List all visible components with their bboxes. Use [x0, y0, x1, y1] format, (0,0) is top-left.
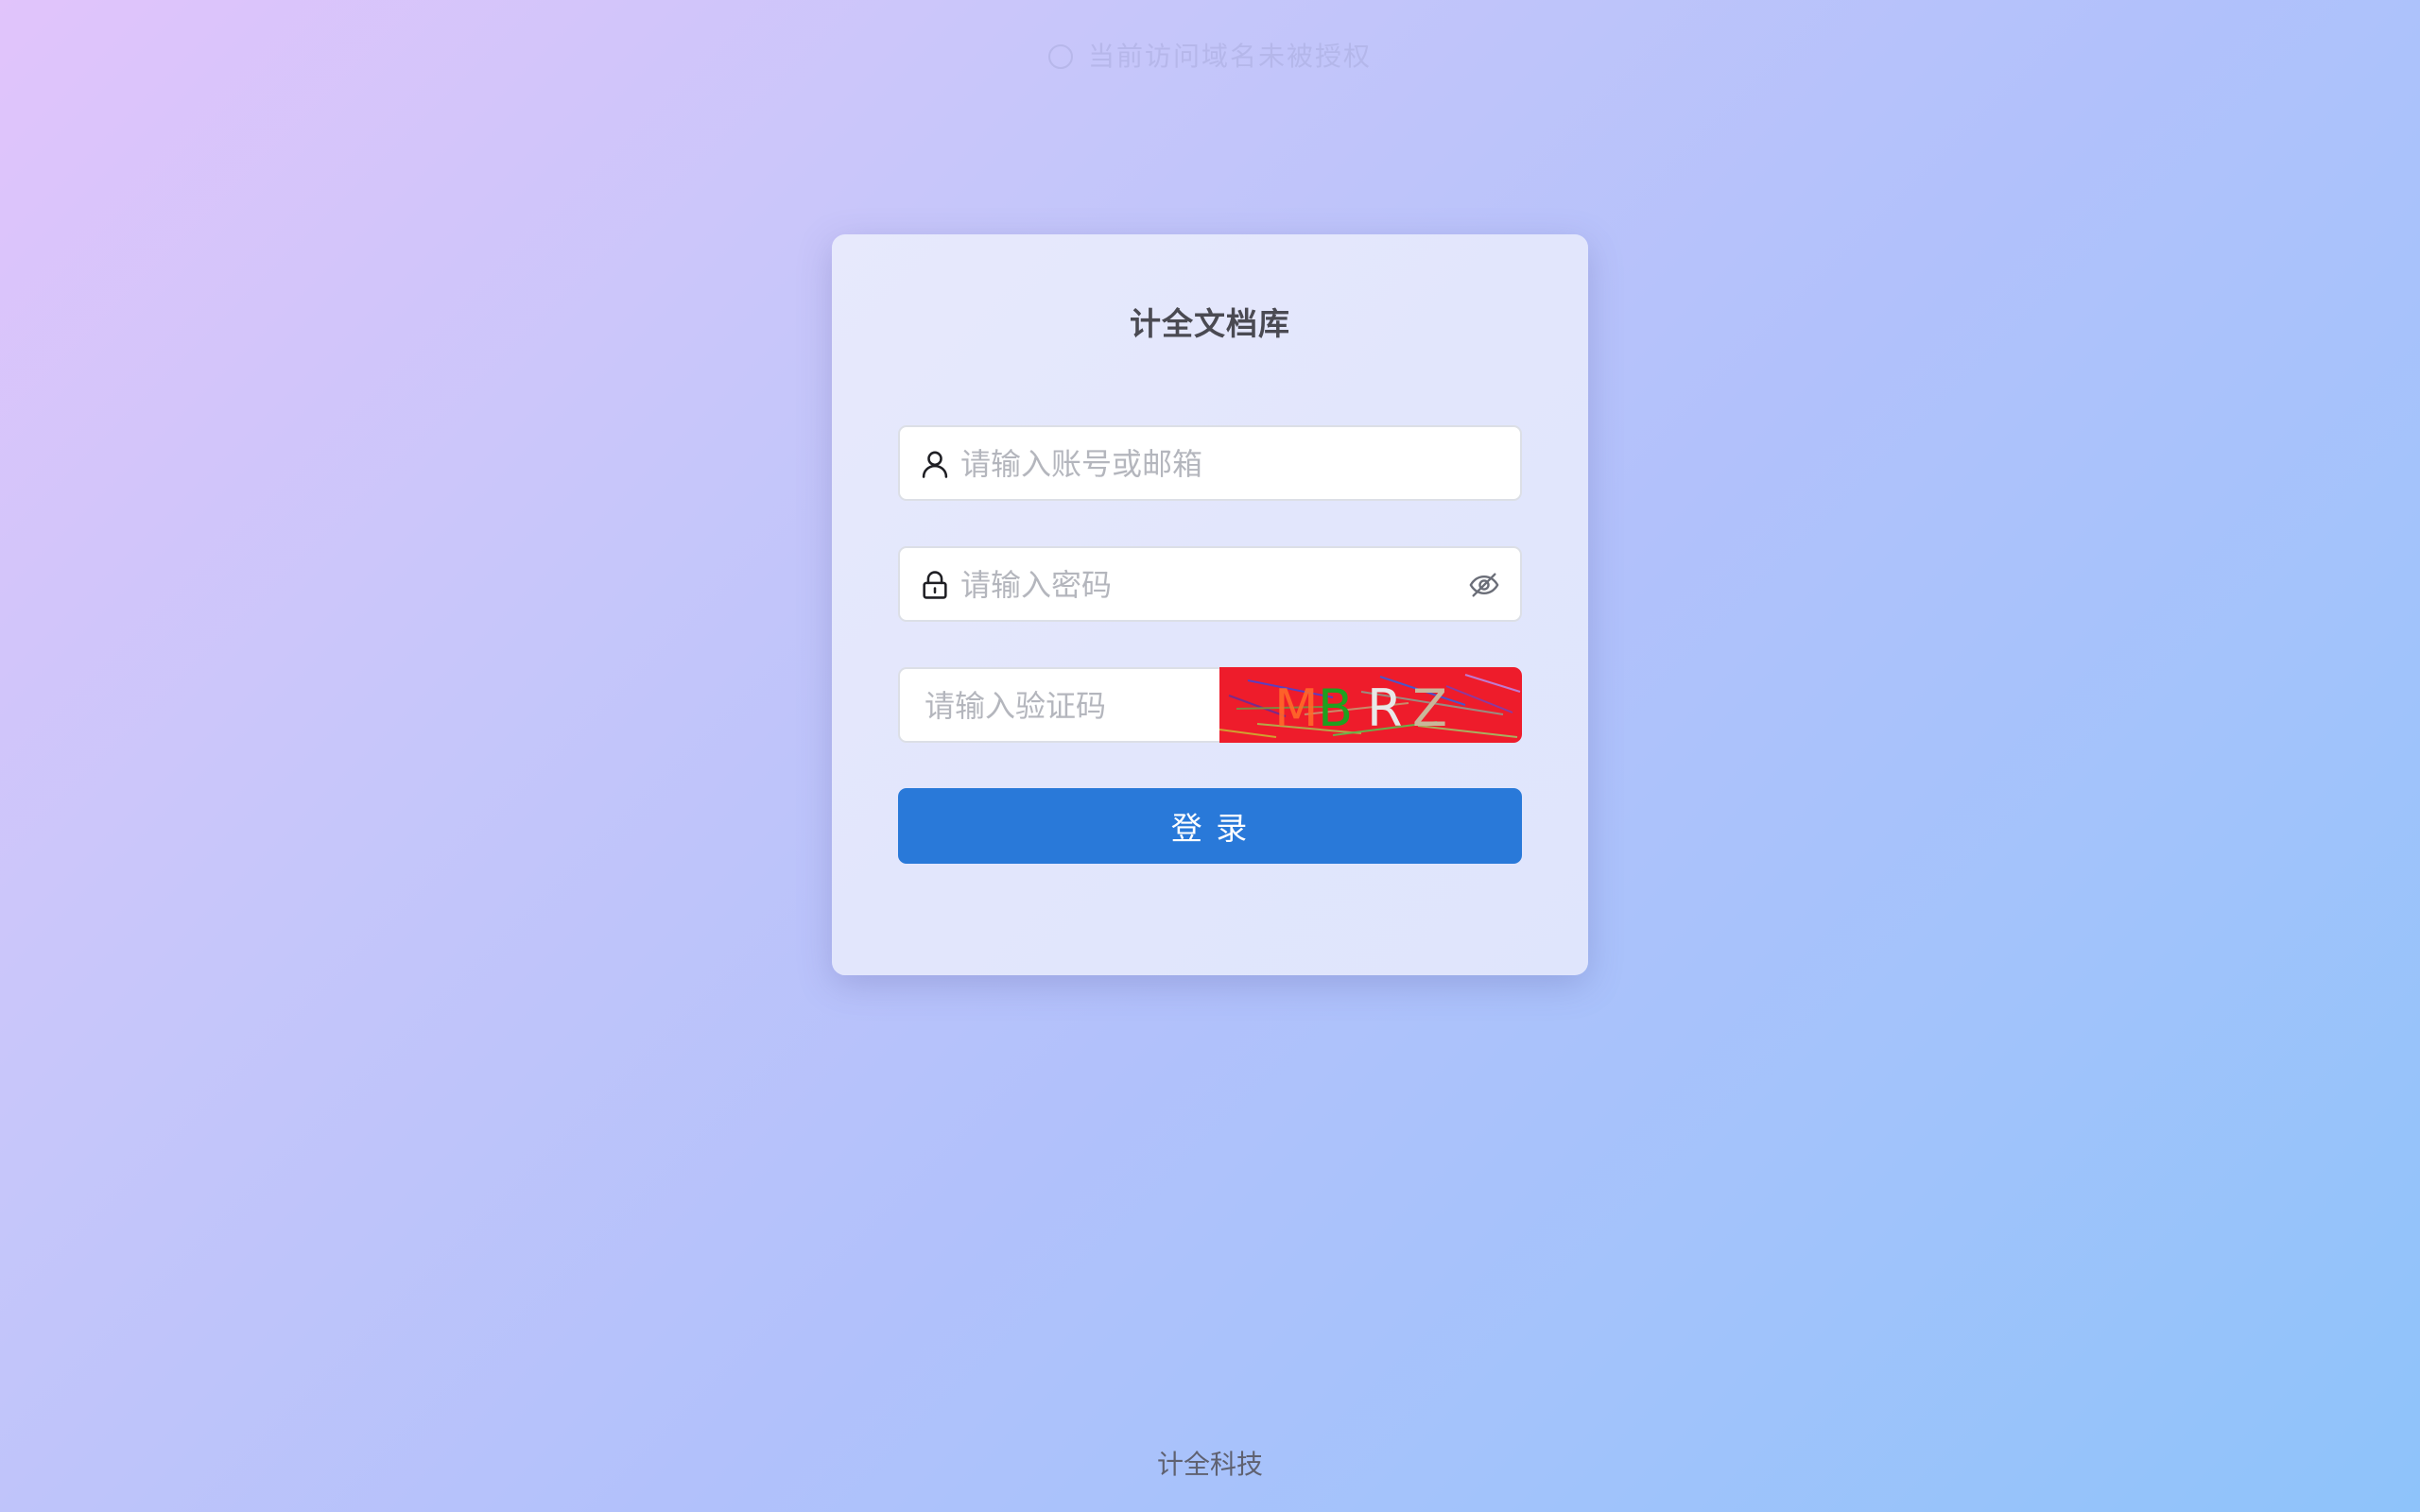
eye-off-icon[interactable] [1467, 569, 1501, 601]
login-card: 计全文档库 请输入账号或邮箱 请输入验证码 M B R Z 登 录 [832, 234, 1588, 975]
captcha-char-3: R [1367, 679, 1403, 738]
captcha-char-4: Z [1412, 679, 1447, 738]
domain-warning-text: 当前访问域名未被授权 [1087, 41, 1372, 72]
login-button[interactable]: 登 录 [898, 788, 1522, 864]
user-icon [922, 451, 948, 478]
captcha-char-1: M [1274, 679, 1319, 738]
captcha-char-2: B [1318, 679, 1353, 738]
captcha-image[interactable]: M B R Z [1219, 667, 1522, 743]
lock-icon [923, 571, 947, 599]
page-title: 计全文档库 [1130, 305, 1290, 342]
captcha-input[interactable] [923, 669, 1210, 743]
captcha-graphic: M B R Z [1219, 667, 1522, 743]
password-field[interactable] [898, 546, 1522, 622]
info-icon [1047, 44, 1073, 69]
password-input[interactable] [959, 548, 1454, 622]
domain-warning-notice: 当前访问域名未被授权 [0, 36, 2420, 74]
username-field[interactable] [898, 425, 1522, 501]
username-input[interactable] [959, 427, 1454, 501]
footer-company: 计全科技 [1156, 1449, 1263, 1480]
captcha-field[interactable] [898, 667, 1221, 743]
